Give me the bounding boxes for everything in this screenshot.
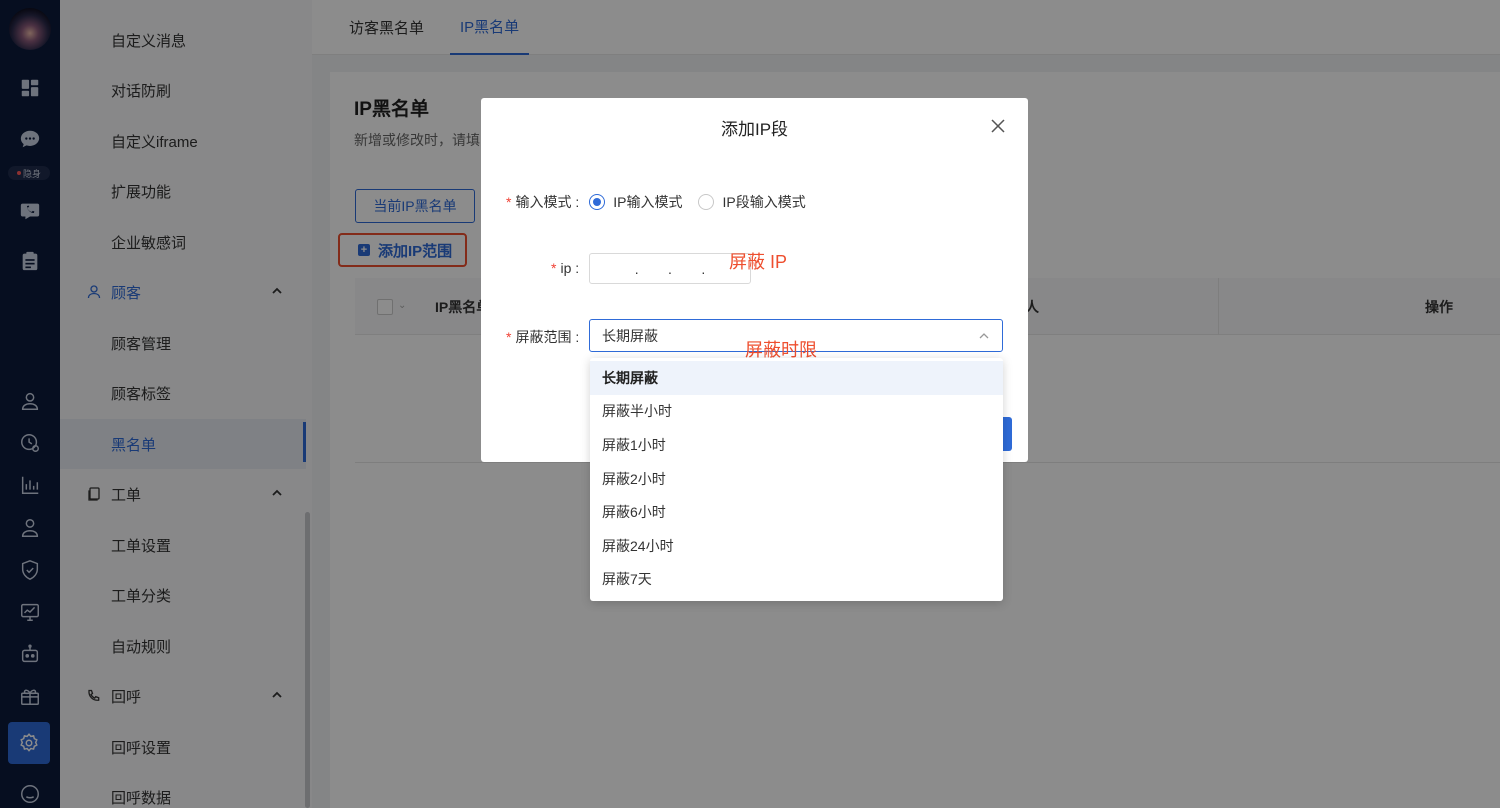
modal-title: 添加IP段 (720, 120, 789, 139)
dropdown-option[interactable]: 屏蔽半小时 (590, 395, 1003, 429)
required-mark: * (551, 260, 557, 276)
ip-dot: . (701, 260, 706, 277)
radio-ip-range-mode[interactable]: IP段输入模式 (698, 192, 806, 212)
required-mark: * (506, 329, 512, 345)
radio-dot (589, 194, 606, 210)
dropdown-option[interactable]: 长期屏蔽 (590, 361, 1003, 395)
chevron-up-icon (979, 333, 989, 339)
dropdown-option[interactable]: 屏蔽1小时 (590, 428, 1003, 462)
input-mode-row: * 输入模式 : IP输入模式 IP段输入模式 (506, 192, 822, 212)
dropdown-option[interactable]: 屏蔽24小时 (590, 529, 1003, 563)
dropdown-option[interactable]: 屏蔽6小时 (590, 495, 1003, 529)
block-range-dropdown: 长期屏蔽 屏蔽半小时 屏蔽1小时 屏蔽2小时 屏蔽6小时 屏蔽24小时 屏蔽7天 (590, 358, 1003, 601)
close-icon[interactable] (989, 117, 1007, 135)
ip-input[interactable]: . . . (589, 253, 751, 284)
block-range-row: * 屏蔽范围 : (506, 327, 579, 347)
radio-dot (698, 194, 715, 210)
annotation-block-ip: 屏蔽 IP (729, 252, 788, 272)
radio-label: IP输入模式 (613, 194, 683, 210)
select-value: 长期屏蔽 (602, 327, 658, 344)
dropdown-option[interactable]: 屏蔽7天 (590, 563, 1003, 597)
radio-ip-mode[interactable]: IP输入模式 (589, 192, 682, 212)
ip-label: ip : (560, 260, 580, 276)
dropdown-option[interactable]: 屏蔽2小时 (590, 462, 1003, 496)
block-range-label: 屏蔽范围 : (515, 329, 580, 345)
ip-dot: . (634, 260, 639, 277)
ip-row: * ip : (551, 260, 579, 276)
required-mark: * (506, 194, 512, 210)
radio-label: IP段输入模式 (722, 194, 806, 210)
input-mode-label: 输入模式 : (515, 194, 580, 210)
ip-dot: . (668, 260, 672, 277)
